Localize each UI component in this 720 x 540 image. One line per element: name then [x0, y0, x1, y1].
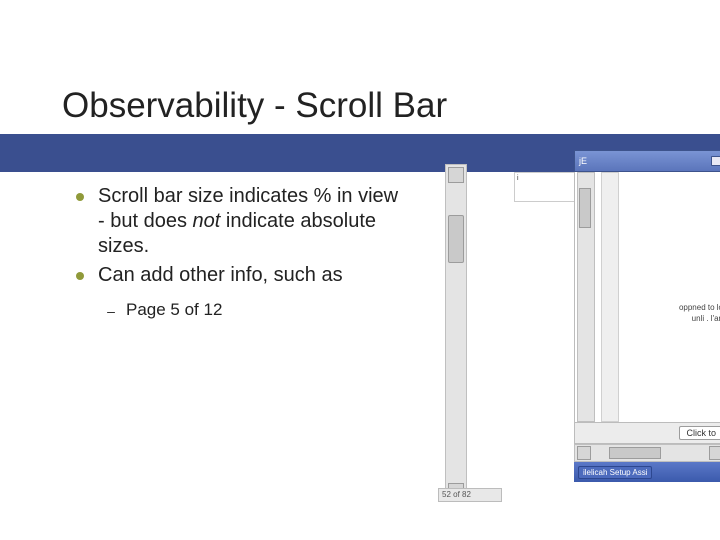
window-fragment: jE oppned to lo unli . l'an Click to ile… — [574, 150, 720, 502]
scrollbar-track-secondary[interactable] — [601, 172, 619, 422]
text-line: unli . l'an — [679, 313, 720, 324]
text-pre: Can add other info, such as — [98, 264, 343, 286]
taskbar-item[interactable]: ilelicah Setup Assi — [578, 466, 652, 479]
scroll-left-arrow-icon[interactable] — [577, 446, 591, 460]
button-row: Click to — [574, 422, 720, 444]
text-em: not — [193, 210, 221, 232]
list-item: Can add other info, such as — [76, 263, 406, 288]
window-titlebar[interactable]: jE — [574, 150, 720, 172]
scrollbar-track[interactable] — [445, 164, 467, 502]
sub-list: – Page 5 of 12 — [106, 300, 406, 320]
text-line: oppned to lo — [679, 302, 720, 313]
dash-icon: – — [106, 303, 116, 319]
bullet-icon — [76, 193, 84, 201]
action-button[interactable]: Click to — [679, 426, 720, 440]
bullet-list: Scroll bar size indicates % in view - bu… — [76, 184, 406, 288]
window-control-icon[interactable] — [711, 156, 720, 166]
sub-list-text: Page 5 of 12 — [126, 300, 222, 320]
list-item-text: Scroll bar size indicates % in view - bu… — [98, 184, 406, 259]
slide-title: Observability - Scroll Bar — [62, 86, 447, 126]
scrollbar-thumb[interactable] — [579, 188, 591, 228]
sub-list-item: – Page 5 of 12 — [106, 300, 406, 320]
bullet-icon — [76, 272, 84, 280]
window-content: oppned to lo unli . l'an — [574, 172, 720, 422]
window-tab-label: jE — [579, 156, 587, 166]
slide: Observability - Scroll Bar Scroll bar si… — [0, 0, 720, 540]
list-item: Scroll bar size indicates % in view - bu… — [76, 184, 406, 259]
page-status: 52 of 82 — [438, 488, 502, 502]
body-text: Scroll bar size indicates % in view - bu… — [76, 184, 406, 320]
scroll-up-arrow-icon[interactable] — [448, 167, 464, 183]
scrollbar-thumb[interactable] — [609, 447, 661, 459]
horizontal-scrollbar[interactable] — [574, 444, 720, 462]
taskbar: ilelicah Setup Assi — [574, 462, 720, 482]
content-text-fragment: oppned to lo unli . l'an — [679, 302, 720, 324]
scrollbar-example-1 — [445, 164, 475, 502]
scroll-right-arrow-icon[interactable] — [709, 446, 720, 460]
scrollbar-thumb[interactable] — [448, 215, 464, 263]
list-item-text: Can add other info, such as — [98, 263, 343, 288]
